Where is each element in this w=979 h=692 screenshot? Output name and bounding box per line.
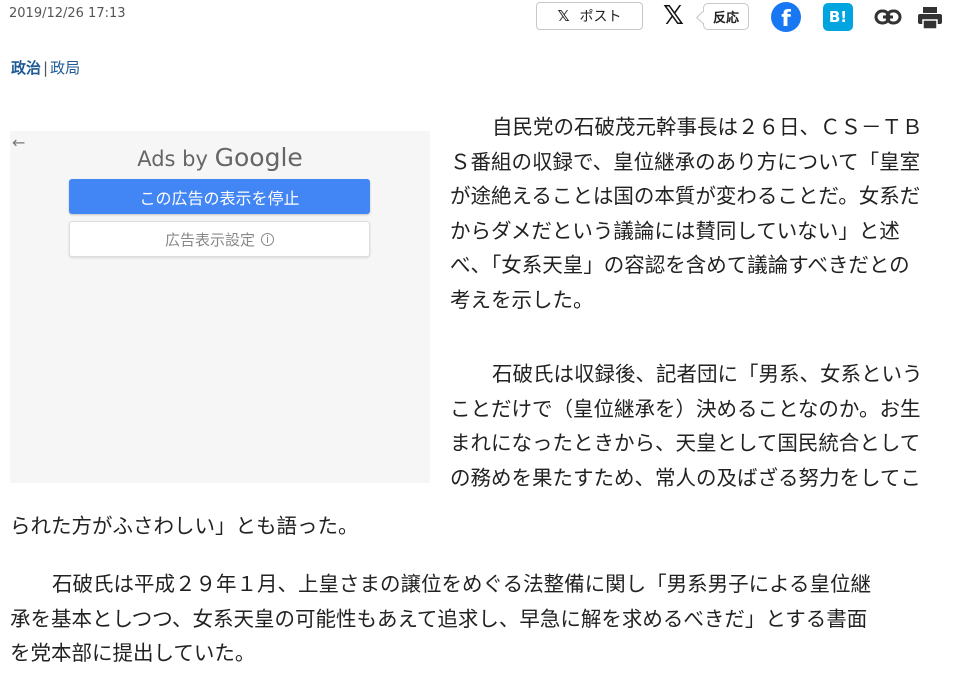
article-line: の務めを果たすため、常人の及ばざる努力をしてこ	[450, 465, 921, 490]
article-line: 承を基本としつつ、女系天皇の可能性もあえて追求し、早急に解を求めるべきだ」とする…	[10, 606, 868, 631]
hatena-bookmark-icon[interactable]: B!	[823, 3, 853, 31]
article-paragraph-3: 石破氏は平成２９年１月、上皇さまの譲位をめぐる法整備に関し「男系男子による皇位継…	[10, 567, 972, 671]
ad-settings-button[interactable]: 広告表示設定 i	[69, 221, 370, 257]
info-icon: i	[261, 232, 274, 246]
article-line: べ、「女系天皇」の容認を含めて議論すべきだとの	[450, 253, 910, 277]
print-icon[interactable]	[917, 6, 943, 34]
react-button[interactable]: 反応	[703, 3, 750, 30]
post-label: ポスト	[579, 9, 622, 25]
category-breadcrumb: 政治 | 政局	[11, 57, 80, 78]
article-paragraph-2-continued: られた方がふさわしい」とも語った。	[10, 514, 359, 538]
article-line: が途絶えることは国の本質が変わることだ。女系だ	[450, 184, 921, 208]
post-to-x-button[interactable]: 𝕏 ポスト	[536, 2, 643, 30]
article-line: 自民党の石破茂元幹事長は２６日、ＣＳ－ＴＢ	[492, 115, 923, 139]
article-line: ことだけで（皇位継承を）決めることなのか。お生	[450, 396, 921, 421]
article-line: 石破氏は平成２９年１月、上皇さまの譲位をめぐる法整備に関し「男系男子による皇位継	[52, 572, 871, 596]
category-political-situation-link[interactable]: 政局	[50, 59, 80, 77]
article-line: 石破氏は収録後、記者団に「男系、女系という	[492, 362, 923, 386]
ad-settings-label: 広告表示設定	[164, 230, 255, 249]
facebook-share-icon[interactable]: f	[771, 2, 801, 32]
category-politics-link[interactable]: 政治	[11, 59, 41, 77]
article-line: 考えを示した。	[450, 287, 594, 312]
category-separator: |	[43, 59, 49, 77]
article-line: からダメだという議論には賛同していない」と述	[450, 218, 900, 243]
ads-by-google-label: Ads by Google	[10, 143, 430, 172]
copy-link-icon[interactable]	[874, 8, 902, 30]
article-paragraph-2: 石破氏は収録後、記者団に「男系、女系という ことだけで（皇位継承を）決めることな…	[450, 357, 972, 495]
article-line: を党本部に提出していた。	[10, 641, 256, 665]
article-line: Ｓ番組の収録で、皇位継承のあり方について「皇室	[450, 149, 921, 174]
publish-date: 2019/12/26 17:13	[9, 6, 126, 21]
ad-container: ← Ads by Google この広告の表示を停止 広告表示設定 i	[10, 131, 430, 483]
article-line: まれになったときから、天皇として国民統合として	[450, 431, 921, 455]
stop-ad-button[interactable]: この広告の表示を停止	[69, 179, 370, 214]
ads-by-text: Ads by	[137, 147, 208, 171]
x-logo-icon: 𝕏	[557, 7, 570, 25]
google-wordmark: Google	[214, 143, 303, 172]
article-paragraph-1: 自民党の石破茂元幹事長は２６日、ＣＳ－ＴＢ Ｓ番組の収録で、皇位継承のあり方につ…	[450, 110, 972, 317]
x-share-icon[interactable]: 𝕏	[663, 1, 684, 31]
